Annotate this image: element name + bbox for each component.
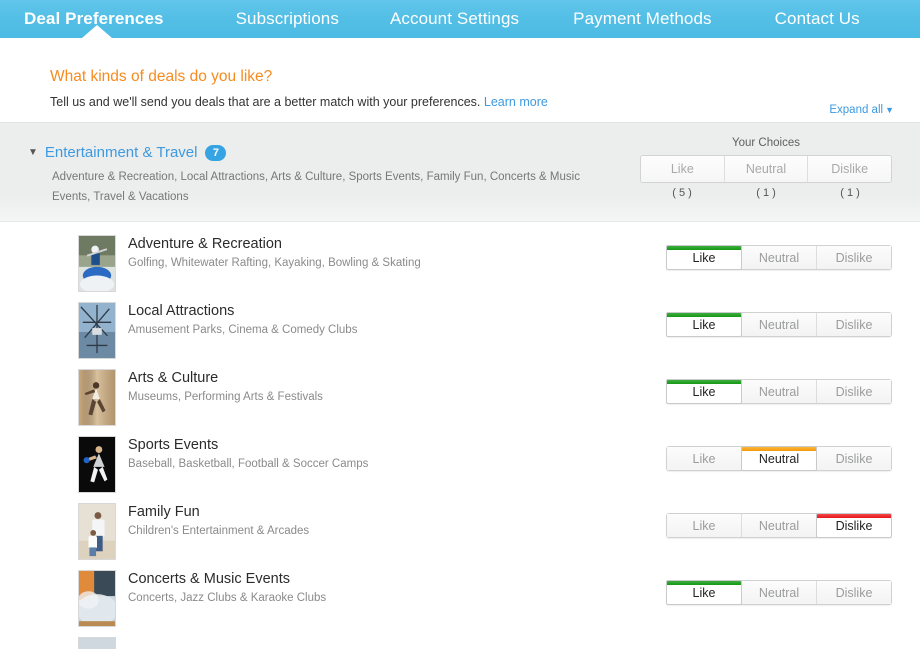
preference-row — [0, 637, 920, 649]
row-title: Sports Events — [128, 437, 219, 453]
intro-subtitle-text: Tell us and we'll send you deals that ar… — [50, 95, 481, 109]
dislike-button[interactable]: Dislike — [816, 513, 892, 538]
amusement-ride-photo — [78, 302, 116, 359]
like-button[interactable]: Like — [666, 245, 742, 270]
category-count-badge: 7 — [205, 144, 227, 161]
choices-header-button-group: Like Neutral Dislike — [640, 155, 892, 183]
like-neutral-dislike-toggle: Like Neutral Dislike — [666, 379, 892, 404]
row-text-block: Adventure & Recreation Golfing, Whitewate… — [128, 235, 421, 269]
neutral-button[interactable]: Neutral — [742, 313, 817, 336]
row-choice-group: Like Neutral Dislike — [666, 446, 892, 471]
like-button[interactable]: Like — [667, 447, 742, 470]
like-neutral-dislike-toggle: Like Neutral Dislike — [666, 245, 892, 270]
preference-row-list: Adventure & Recreation Golfing, Whitewate… — [0, 222, 920, 649]
neutral-button[interactable]: Neutral — [742, 514, 817, 537]
row-title: Arts & Culture — [128, 370, 219, 386]
row-choice-group: Like Neutral Dislike — [666, 513, 892, 538]
dislike-button[interactable]: Dislike — [817, 380, 891, 403]
dancer-photo — [78, 369, 116, 426]
preference-row: Sports Events Baseball, Basketball, Footb… — [0, 436, 920, 503]
like-count: ( 5 ) — [672, 187, 692, 199]
row-title: Concerts & Music Events — [128, 571, 290, 587]
nav-item-subscriptions[interactable]: Subscriptions — [236, 9, 339, 29]
row-title: Local Attractions — [128, 303, 235, 319]
travel-photo — [78, 637, 116, 649]
choices-counts: ( 5 ) ( 1 ) ( 1 ) — [640, 187, 892, 199]
nav-item-account-settings[interactable]: Account Settings — [390, 9, 519, 29]
like-neutral-dislike-toggle: Like Neutral Dislike — [666, 513, 892, 538]
preference-row: Concerts & Music Events Concerts, Jazz Cl… — [0, 570, 920, 637]
row-subtitle: Museums, Performing Arts & Festivals — [128, 391, 323, 403]
row-choice-group: Like Neutral Dislike — [666, 379, 892, 404]
preference-row: Adventure & Recreation Golfing, Whitewate… — [0, 235, 920, 302]
intro-subtitle: Tell us and we'll send you deals that ar… — [50, 95, 896, 109]
dislike-button[interactable]: Dislike — [817, 447, 891, 470]
row-subtitle: Children's Entertainment & Arcades — [128, 525, 310, 537]
nav-item-contact-us[interactable]: Contact Us — [775, 9, 860, 29]
caret-down-icon: ▼ — [28, 146, 38, 158]
dislike-button[interactable]: Dislike — [817, 313, 891, 336]
like-neutral-dislike-toggle: Like Neutral Dislike — [666, 446, 892, 471]
top-navigation-bar: Deal Preferences Subscriptions Account S… — [0, 0, 920, 38]
family-beach-photo — [78, 503, 116, 560]
row-title: Family Fun — [128, 504, 200, 520]
row-text-block: Family Fun Children's Entertainment & Arc… — [128, 503, 309, 537]
athlete-photo — [78, 436, 116, 493]
dislike-count: ( 1 ) — [840, 187, 860, 199]
like-button[interactable]: Like — [666, 580, 742, 605]
neutral-button[interactable]: Neutral — [742, 581, 817, 604]
neutral-button[interactable]: Neutral — [742, 380, 817, 403]
like-neutral-dislike-toggle: Like Neutral Dislike — [666, 580, 892, 605]
neutral-button[interactable]: Neutral — [742, 246, 817, 269]
kayaking-photo — [78, 235, 116, 292]
row-text-block: Local Attractions Amusement Parks, Cinema… — [128, 302, 357, 336]
row-subtitle: Golfing, Whitewater Rafting, Kayaking, B… — [128, 257, 421, 269]
dislike-button[interactable]: Dislike — [817, 581, 891, 604]
row-subtitle: Concerts, Jazz Clubs & Karaoke Clubs — [128, 592, 327, 604]
chevron-down-icon: ▼ — [885, 105, 894, 115]
category-subcategory-list: Adventure & Recreation, Local Attraction… — [52, 171, 580, 204]
row-text-block: Concerts & Music Events Concerts, Jazz Cl… — [128, 570, 326, 604]
intro-section: What kinds of deals do you like? Tell us… — [0, 38, 920, 122]
row-title: Adventure & Recreation — [128, 236, 282, 252]
row-choice-group: Like Neutral Dislike — [666, 245, 892, 270]
row-choice-group: Like Neutral Dislike — [666, 580, 892, 605]
category-title: Entertainment & Travel — [44, 144, 198, 161]
your-choices-label: Your Choices — [732, 137, 800, 149]
concert-smoke-photo — [78, 570, 116, 627]
nav-item-list: Deal Preferences Subscriptions Account S… — [0, 9, 920, 29]
page-title: What kinds of deals do you like? — [50, 68, 273, 85]
like-button[interactable]: Like — [666, 379, 742, 404]
row-text-block: Arts & Culture Museums, Performing Arts &… — [128, 369, 323, 403]
preference-row: Arts & Culture Museums, Performing Arts &… — [0, 369, 920, 436]
expand-all-link[interactable]: Expand all ▼ — [829, 104, 894, 116]
learn-more-link[interactable]: Learn more — [484, 95, 548, 109]
like-neutral-dislike-toggle: Like Neutral Dislike — [666, 312, 892, 337]
active-tab-pointer-icon — [82, 25, 112, 38]
like-button[interactable]: Like — [667, 514, 742, 537]
row-subtitle: Amusement Parks, Cinema & Comedy Clubs — [128, 324, 358, 336]
category-toggle-entertainment-travel[interactable]: ▼ Entertainment & Travel 7 — [28, 144, 227, 161]
row-text-block: Sports Events Baseball, Basketball, Footb… — [128, 436, 368, 470]
expand-all-label: Expand all — [829, 104, 884, 116]
choices-header-dislike: Dislike — [808, 156, 891, 182]
choices-header-neutral: Neutral — [724, 156, 809, 182]
row-choice-group: Like Neutral Dislike — [666, 312, 892, 337]
neutral-button[interactable]: Neutral — [741, 446, 817, 471]
your-choices-header: Your Choices Like Neutral Dislike ( 5 ) … — [640, 137, 892, 199]
like-button[interactable]: Like — [666, 312, 742, 337]
neutral-count: ( 1 ) — [756, 187, 776, 199]
preference-row: Family Fun Children's Entertainment & Arc… — [0, 503, 920, 570]
dislike-button[interactable]: Dislike — [817, 246, 891, 269]
preference-row: Local Attractions Amusement Parks, Cinema… — [0, 302, 920, 369]
choices-header-like: Like — [641, 156, 725, 182]
category-header-band: ▼ Entertainment & Travel 7 Adventure & R… — [0, 122, 920, 222]
nav-item-payment-methods[interactable]: Payment Methods — [573, 9, 712, 29]
row-subtitle: Baseball, Basketball, Football & Soccer … — [128, 458, 369, 470]
